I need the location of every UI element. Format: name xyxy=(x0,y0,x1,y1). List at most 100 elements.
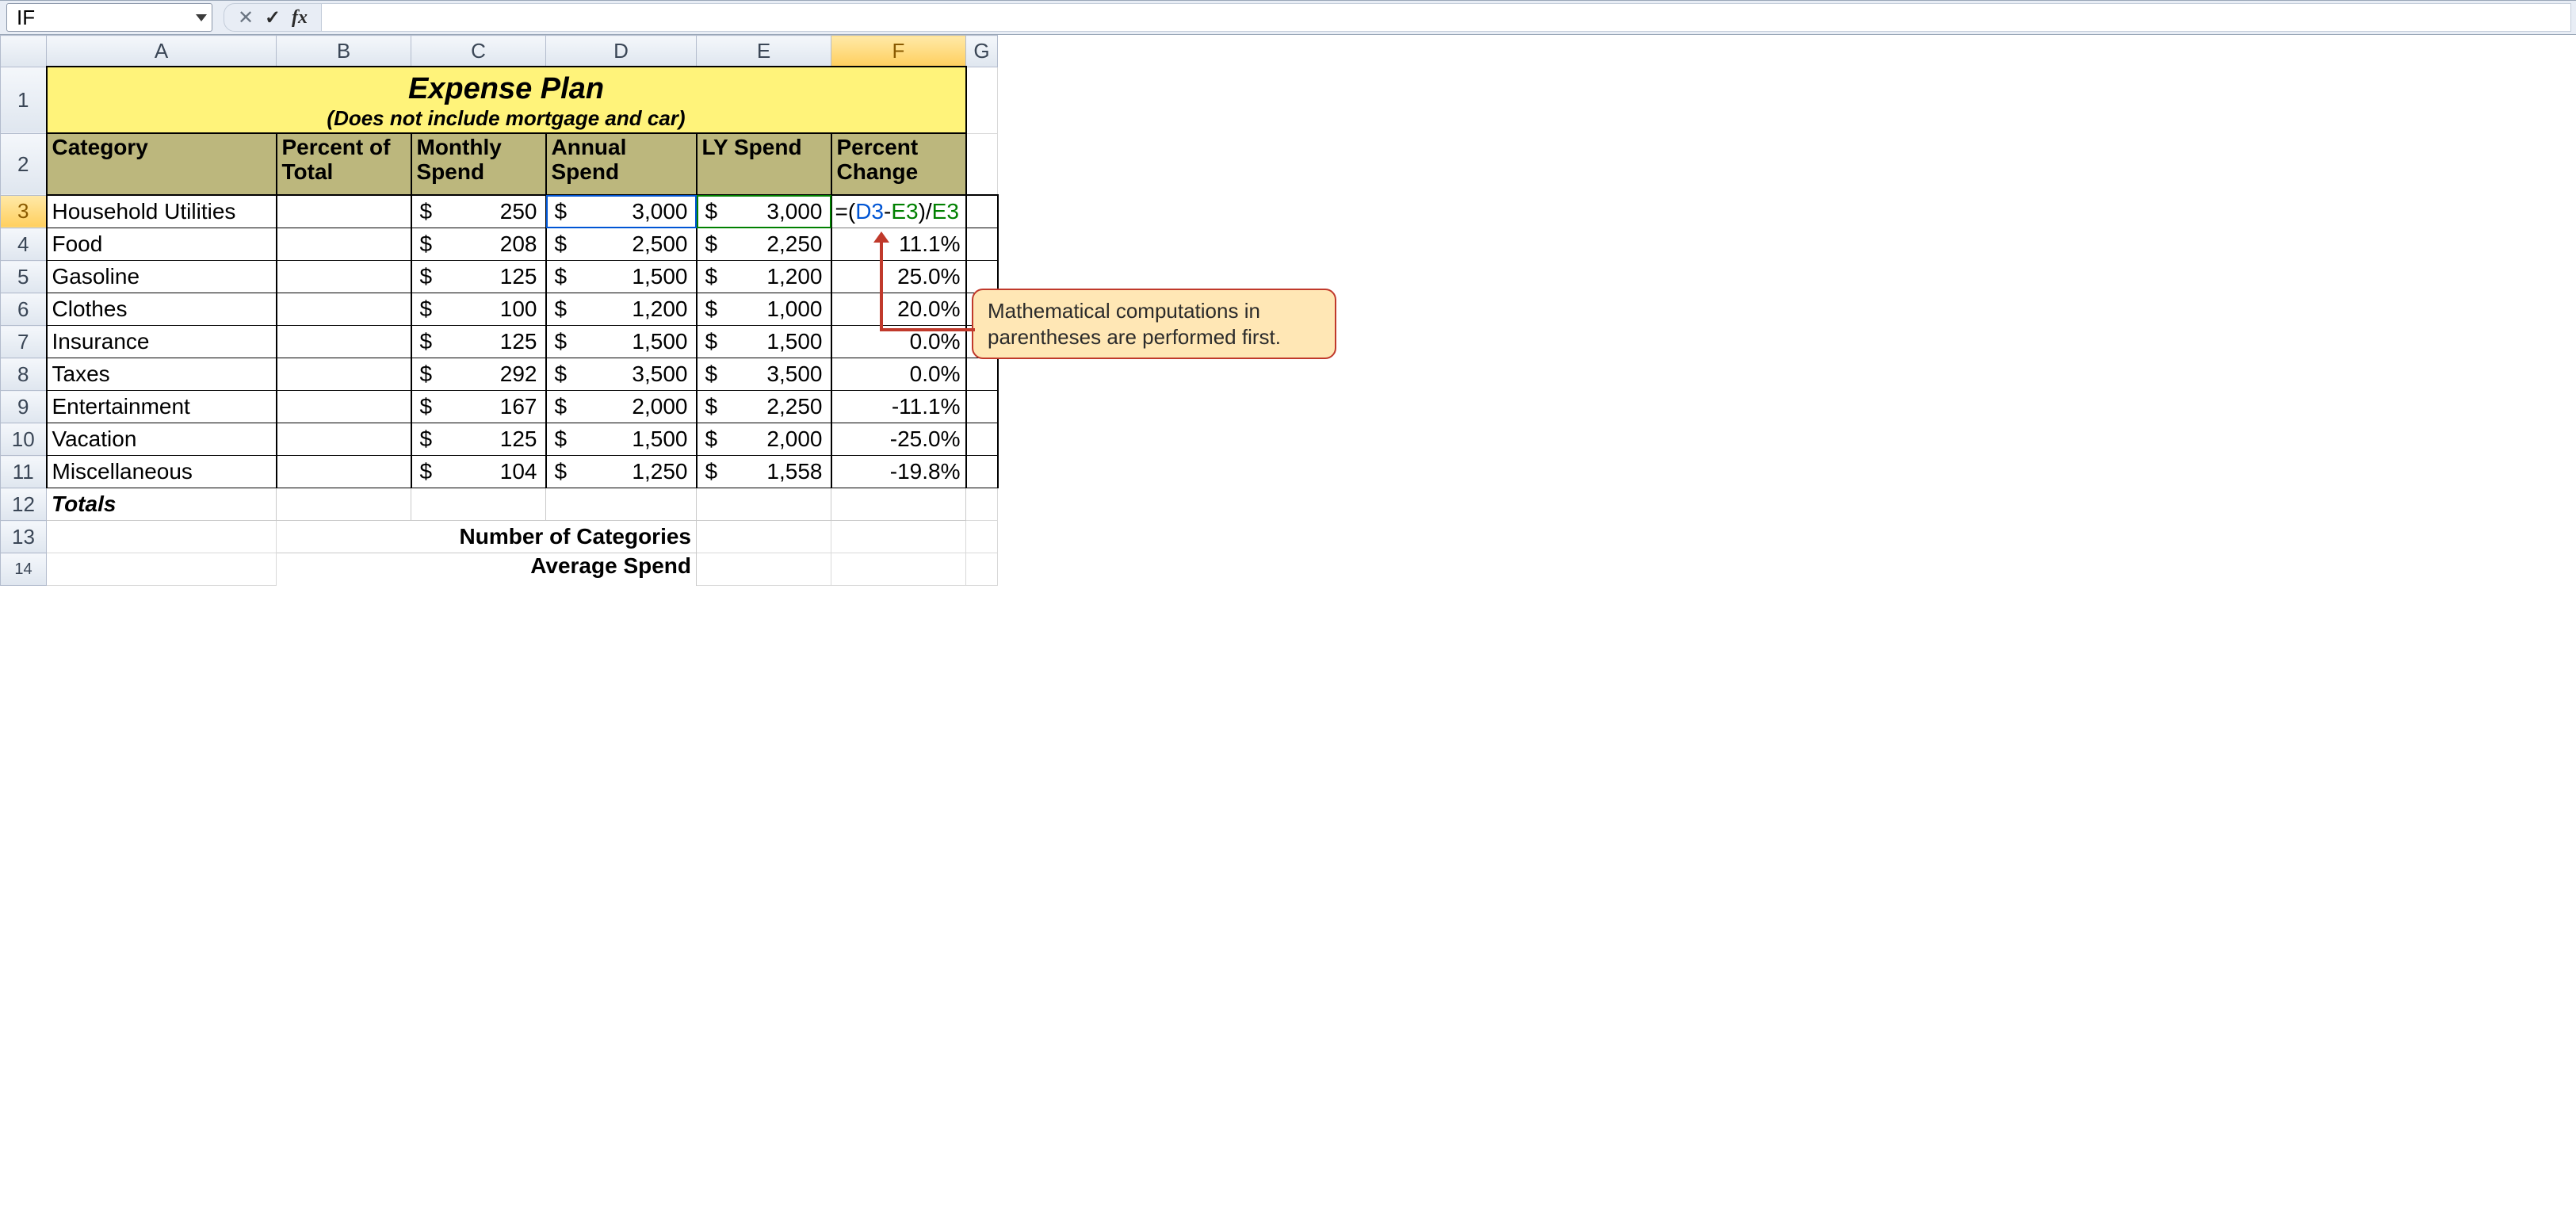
row-header[interactable]: 7 xyxy=(1,326,47,358)
cell-category[interactable]: Gasoline xyxy=(47,261,277,293)
cell-annual-spend[interactable]: $1,500 xyxy=(546,326,697,358)
cell-percent-change[interactable]: 0.0% xyxy=(831,326,966,358)
col-header-d[interactable]: D xyxy=(546,36,697,67)
cell-ly-spend[interactable]: $2,250 xyxy=(697,228,831,261)
col-header-f[interactable]: F xyxy=(831,36,966,67)
col-header-g[interactable]: G xyxy=(966,36,998,67)
cell-monthly-spend[interactable]: $104 xyxy=(411,456,546,488)
cancel-button[interactable]: ✕ xyxy=(232,6,259,29)
cell-percent-total[interactable] xyxy=(277,391,411,423)
row-header[interactable]: 13 xyxy=(1,521,47,553)
cell-g[interactable] xyxy=(966,195,998,228)
cell-category[interactable]: Entertainment xyxy=(47,391,277,423)
cell-category[interactable]: Food xyxy=(47,228,277,261)
cell-ly-spend[interactable]: $1,000 xyxy=(697,293,831,326)
cell-f13[interactable] xyxy=(831,521,966,553)
cell-percent-total[interactable] xyxy=(277,358,411,391)
col-header-b[interactable]: B xyxy=(277,36,411,67)
cell-g[interactable] xyxy=(966,228,998,261)
cell-monthly-spend[interactable]: $292 xyxy=(411,358,546,391)
select-all-corner[interactable] xyxy=(1,36,47,67)
col-header-e[interactable]: E xyxy=(697,36,831,67)
cell-percent-change[interactable]: -11.1% xyxy=(831,391,966,423)
cell-percent-total[interactable] xyxy=(277,195,411,228)
cell-d12[interactable] xyxy=(546,488,697,521)
row-header[interactable]: 14 xyxy=(1,553,47,586)
cell-percent-change[interactable]: 0.0% xyxy=(831,358,966,391)
formula-input[interactable]: =(D3-E3)/E3 xyxy=(322,3,2571,32)
row-header[interactable]: 2 xyxy=(1,133,47,195)
cell-percent-change[interactable]: 25.0% xyxy=(831,261,966,293)
cell-a14[interactable] xyxy=(47,553,277,586)
cell-annual-spend[interactable]: $3,000 xyxy=(546,195,697,228)
cell-percent-change[interactable]: -25.0% xyxy=(831,423,966,456)
row-header[interactable]: 10 xyxy=(1,423,47,456)
cell-annual-spend[interactable]: $2,000 xyxy=(546,391,697,423)
cell-g[interactable] xyxy=(966,358,998,391)
totals-label[interactable]: Totals xyxy=(47,488,277,521)
cell-percent-total[interactable] xyxy=(277,228,411,261)
cell-e14[interactable] xyxy=(697,553,831,586)
name-box[interactable]: IF xyxy=(6,3,212,32)
header-percent-change[interactable]: Percent Change xyxy=(831,133,966,195)
cell-category[interactable]: Insurance xyxy=(47,326,277,358)
cell-annual-spend[interactable]: $1,250 xyxy=(546,456,697,488)
cell-g[interactable] xyxy=(966,326,998,358)
header-ly-spend[interactable]: LY Spend xyxy=(697,133,831,195)
cell-monthly-spend[interactable]: $167 xyxy=(411,391,546,423)
cell-b12[interactable] xyxy=(277,488,411,521)
cell-g[interactable] xyxy=(966,391,998,423)
row-header[interactable]: 9 xyxy=(1,391,47,423)
cell-percent-total[interactable] xyxy=(277,326,411,358)
cell-e12[interactable] xyxy=(697,488,831,521)
cell-monthly-spend[interactable]: $250 xyxy=(411,195,546,228)
cell-monthly-spend[interactable]: $100 xyxy=(411,293,546,326)
header-annual-spend[interactable]: Annual Spend xyxy=(546,133,697,195)
cell-monthly-spend[interactable]: $125 xyxy=(411,261,546,293)
cell-e13[interactable] xyxy=(697,521,831,553)
cell-g14[interactable] xyxy=(966,553,998,586)
cell-percent-change[interactable]: -19.8% xyxy=(831,456,966,488)
cell-f12[interactable] xyxy=(831,488,966,521)
cell-category[interactable]: Household Utilities xyxy=(47,195,277,228)
cell-g12[interactable] xyxy=(966,488,998,521)
row-header[interactable]: 5 xyxy=(1,261,47,293)
cell-g13[interactable] xyxy=(966,521,998,553)
cell-g2[interactable] xyxy=(966,133,998,195)
row-header[interactable]: 11 xyxy=(1,456,47,488)
row-header[interactable]: 1 xyxy=(1,67,47,133)
cell-annual-spend[interactable]: $3,500 xyxy=(546,358,697,391)
cell-annual-spend[interactable]: $1,200 xyxy=(546,293,697,326)
row-header[interactable]: 3 xyxy=(1,195,47,228)
insert-function-button[interactable]: fx xyxy=(286,7,313,29)
cell-monthly-spend[interactable]: $125 xyxy=(411,326,546,358)
cell-annual-spend[interactable]: $2,500 xyxy=(546,228,697,261)
col-header-a[interactable]: A xyxy=(47,36,277,67)
col-header-c[interactable]: C xyxy=(411,36,546,67)
cell-percent-total[interactable] xyxy=(277,456,411,488)
cell-g[interactable] xyxy=(966,293,998,326)
cell-g[interactable] xyxy=(966,261,998,293)
cell-ly-spend[interactable]: $2,250 xyxy=(697,391,831,423)
cell-ly-spend[interactable]: $1,500 xyxy=(697,326,831,358)
cell-category[interactable]: Vacation xyxy=(47,423,277,456)
cell-category[interactable]: Clothes xyxy=(47,293,277,326)
cell-percent-change[interactable]: 20.0% xyxy=(831,293,966,326)
cell-g[interactable] xyxy=(966,456,998,488)
header-category[interactable]: Category xyxy=(47,133,277,195)
num-categories-label[interactable]: Number of Categories xyxy=(277,521,697,553)
cell-percent-change[interactable]: =(D3-E3)/E3 xyxy=(831,195,966,228)
cell-category[interactable]: Miscellaneous xyxy=(47,456,277,488)
row-header[interactable]: 4 xyxy=(1,228,47,261)
row-header[interactable]: 12 xyxy=(1,488,47,521)
enter-button[interactable]: ✓ xyxy=(259,6,286,29)
cell-ly-spend[interactable]: $3,500 xyxy=(697,358,831,391)
row-header[interactable]: 8 xyxy=(1,358,47,391)
cell-annual-spend[interactable]: $1,500 xyxy=(546,423,697,456)
cell-monthly-spend[interactable]: $208 xyxy=(411,228,546,261)
cell-category[interactable]: Taxes xyxy=(47,358,277,391)
row-header[interactable]: 6 xyxy=(1,293,47,326)
cell-percent-change[interactable]: 11.1% xyxy=(831,228,966,261)
header-monthly-spend[interactable]: Monthly Spend xyxy=(411,133,546,195)
cell-percent-total[interactable] xyxy=(277,423,411,456)
